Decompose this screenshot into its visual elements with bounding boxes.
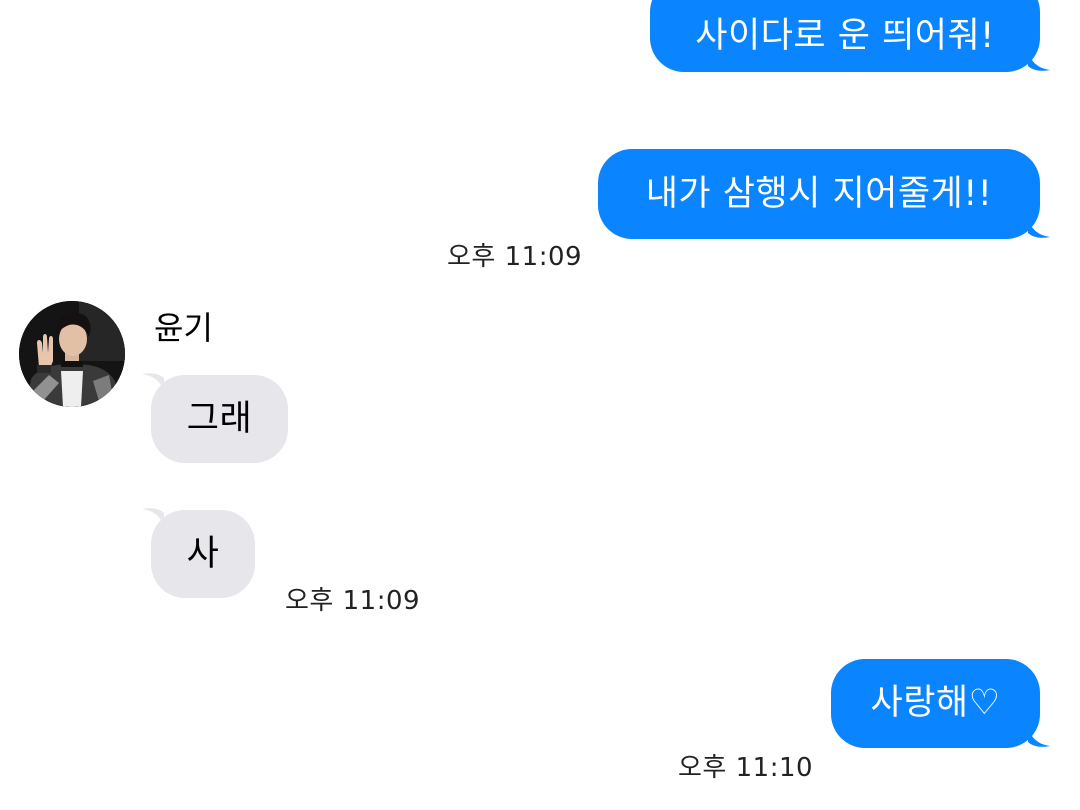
bubble-tail-icon (1028, 217, 1050, 238)
incoming-message-bubble[interactable]: 그래 (151, 375, 288, 463)
message-text: 내가 삼행시 지어줄게!! (645, 173, 993, 214)
bubble-tail-icon (1028, 726, 1050, 747)
incoming-message-bubble[interactable]: 사 (151, 510, 255, 598)
bubble-tail-icon (142, 373, 164, 392)
message-timestamp: 오후 11:10 (678, 753, 814, 783)
message-timestamp: 오후 11:09 (285, 586, 421, 616)
contact-avatar[interactable] (19, 301, 125, 407)
message-text: 그래 (186, 398, 253, 439)
message-text: 사이다로 운 띄어줘! (695, 15, 995, 56)
outgoing-message-bubble[interactable]: 사랑해♡ (831, 659, 1040, 748)
message-text: 사 (186, 533, 220, 574)
outgoing-message-bubble[interactable]: 내가 삼행시 지어줄게!! (598, 149, 1040, 239)
message-timestamp: 오후 11:09 (447, 242, 583, 272)
contact-name: 윤기 (154, 309, 213, 347)
message-text: 사랑해♡ (870, 683, 1001, 723)
outgoing-message-bubble[interactable]: 사이다로 운 띄어줘! (650, 0, 1040, 72)
bubble-tail-icon (142, 508, 164, 527)
contact-photo-icon (19, 301, 125, 407)
bubble-tail-icon (1028, 50, 1050, 71)
